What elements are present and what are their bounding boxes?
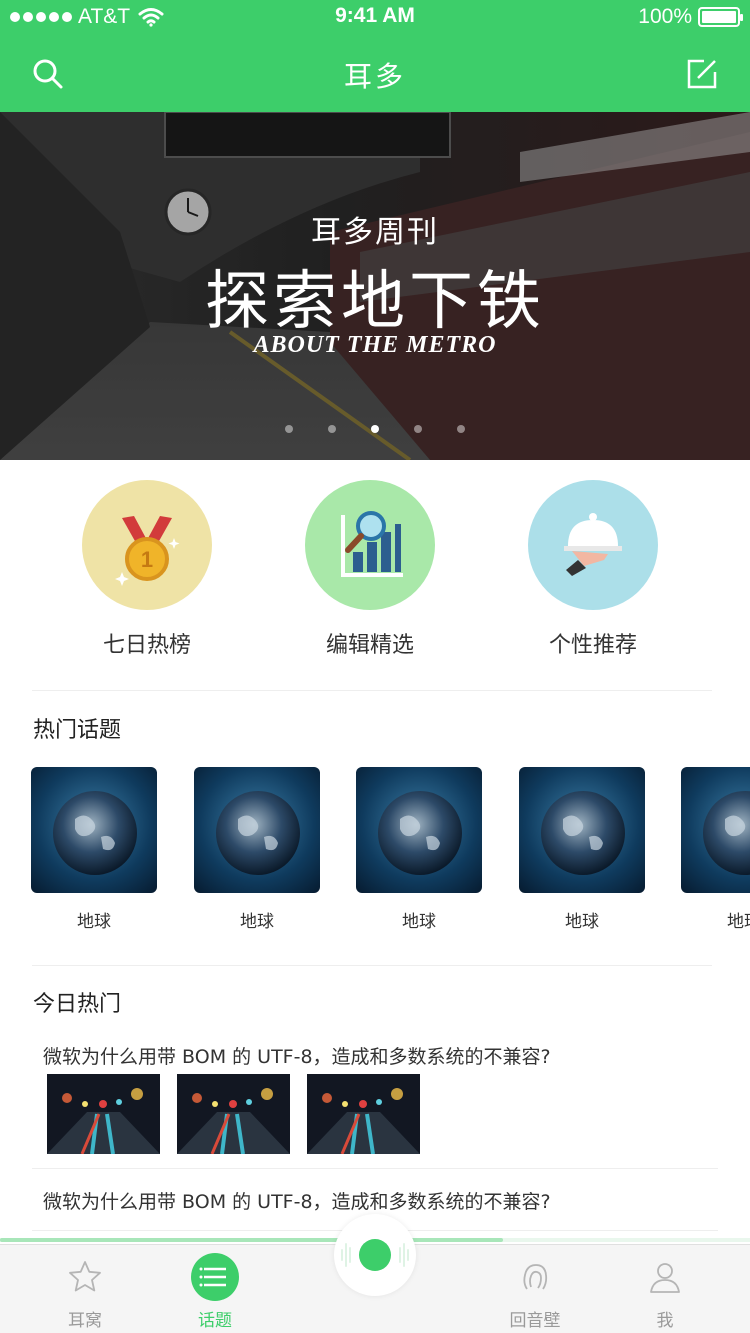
tab-topics[interactable]: 话题 <box>155 1245 275 1333</box>
hot-topics-carousel[interactable]: 地球 地球 地球 地球 地球 <box>31 767 750 937</box>
status-bar: AT&T 9:41 AM 100% <box>0 0 750 33</box>
tab-label: 回音壁 <box>509 1311 561 1331</box>
player-progress-fill <box>0 1238 503 1242</box>
article-title[interactable]: 微软为什么用带 BOM 的 UTF-8，造成和多数系统的不兼容? <box>43 1042 551 1069</box>
list-icon <box>191 1253 239 1301</box>
category-label: 编辑精选 <box>325 633 414 658</box>
banner-headline: 探索地下铁 <box>205 265 545 339</box>
topic-label: 地球 <box>240 912 274 932</box>
topic-earth-image <box>31 767 157 893</box>
page-dot[interactable] <box>414 425 422 433</box>
medal-icon: 1 <box>82 480 212 610</box>
battery-percent: 100% <box>638 5 692 28</box>
article-photo[interactable] <box>177 1074 290 1154</box>
person-icon <box>650 1263 680 1293</box>
topic-card[interactable]: 地球 <box>519 767 645 932</box>
topic-earth-image <box>194 767 320 893</box>
category-editor-picks[interactable]: 编辑精选 <box>280 480 460 659</box>
article-photo[interactable] <box>47 1074 160 1154</box>
chart-magnifier-icon <box>305 480 435 610</box>
article-divider <box>32 1168 718 1169</box>
topic-label: 地球 <box>565 912 599 932</box>
tab-echo-wall[interactable]: 回音壁 <box>475 1245 595 1333</box>
star-icon <box>69 1261 101 1292</box>
hot-topics-title: 热门话题 <box>33 718 122 743</box>
tab-label: 话题 <box>198 1311 232 1331</box>
article-title[interactable]: 微软为什么用带 BOM 的 UTF-8，造成和多数系统的不兼容? <box>43 1187 551 1214</box>
section-divider <box>32 690 712 691</box>
today-hot-title: 今日热门 <box>33 992 122 1017</box>
category-row: 1 七日热榜 编辑精选 个性推荐 <box>0 480 750 660</box>
page-title: 耳多 <box>343 60 406 93</box>
compose-icon[interactable] <box>686 58 718 90</box>
topic-earth-image <box>681 767 750 893</box>
tab-me[interactable]: 我 <box>605 1245 725 1333</box>
article-photo[interactable] <box>307 1074 420 1154</box>
topic-card[interactable]: 地球 <box>31 767 157 932</box>
topic-earth-image <box>519 767 645 893</box>
serving-cloche-icon <box>528 480 658 610</box>
topic-label: 地球 <box>727 912 750 932</box>
page-dot[interactable] <box>328 425 336 433</box>
article-photos <box>47 1074 420 1154</box>
tab-erwo[interactable]: 耳窝 <box>25 1245 145 1333</box>
category-personal-recommend[interactable]: 个性推荐 <box>503 480 683 659</box>
banner-page-indicator[interactable] <box>0 425 750 433</box>
battery-icon <box>698 7 743 27</box>
section-divider <box>32 965 712 966</box>
echo-people-icon <box>523 1264 548 1290</box>
category-weekly-hot[interactable]: 1 七日热榜 <box>57 480 237 659</box>
svg-text:1: 1 <box>141 547 153 572</box>
page-dot[interactable] <box>457 425 465 433</box>
page-dot[interactable] <box>285 425 293 433</box>
page-dot-active[interactable] <box>371 425 379 433</box>
status-right: 100% <box>638 5 743 29</box>
featured-banner[interactable]: 耳多周刊 探索地下铁 ABOUT THE METRO <box>0 112 750 460</box>
topic-card[interactable]: 地球 <box>681 767 750 932</box>
tab-label: 耳窝 <box>68 1311 102 1331</box>
banner-subtitle: ABOUT THE METRO <box>253 332 497 358</box>
topic-label: 地球 <box>77 912 111 932</box>
nav-bar: 耳多 <box>0 33 750 112</box>
category-label: 七日热榜 <box>102 633 191 658</box>
topic-earth-image <box>356 767 482 893</box>
category-label: 个性推荐 <box>548 633 637 658</box>
topic-card[interactable]: 地球 <box>356 767 482 932</box>
top-bar: AT&T 9:41 AM 100% 耳多 <box>0 0 750 112</box>
topic-card[interactable]: 地球 <box>194 767 320 932</box>
tab-label: 我 <box>656 1311 674 1331</box>
voice-play-icon <box>359 1239 391 1271</box>
topic-label: 地球 <box>402 912 436 932</box>
banner-kicker: 耳多周刊 <box>311 215 439 250</box>
voice-play-button[interactable] <box>334 1214 416 1296</box>
